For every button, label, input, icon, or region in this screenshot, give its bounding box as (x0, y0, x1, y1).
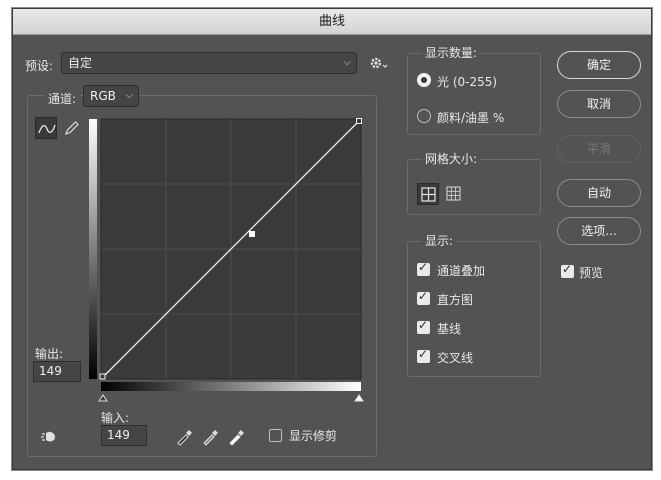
curve-point-black (99, 373, 106, 380)
channel-overlays-label: 通道叠加 (437, 264, 486, 278)
options-button[interactable]: 选项... (557, 217, 641, 245)
input-field[interactable]: 149 (101, 425, 147, 446)
curve-point-white (356, 118, 362, 124)
channel-overlays-checkbox[interactable] (417, 260, 430, 276)
curves-dialog: 曲线 预设: 自定 ⌵ 通道: RGB ⌵ 输出: 149 输入: 149 显示… (12, 8, 652, 470)
cancel-button[interactable]: 取消 (557, 90, 641, 118)
output-gradient-bar (89, 119, 97, 379)
intersection-line-checkbox[interactable] (417, 347, 430, 363)
channel-dropdown[interactable]: RGB ⌵ (83, 85, 139, 107)
output-field[interactable]: 149 (33, 361, 81, 382)
ok-button[interactable]: 确定 (557, 51, 641, 79)
dialog-title: 曲线 (13, 9, 651, 35)
light-radio[interactable] (417, 73, 431, 87)
channel-label: 通道: (45, 90, 80, 107)
show-title: 显示: (422, 234, 457, 248)
preview-label: 预览 (579, 266, 604, 280)
preset-label: 预设: (25, 59, 54, 73)
histogram-label: 直方图 (437, 293, 474, 307)
pigment-radio[interactable] (417, 109, 431, 123)
white-point-slider-icon (354, 394, 364, 402)
show-clipping-label: 显示修剪 (289, 429, 338, 443)
input-label: 输入: (101, 411, 130, 425)
gray-point-eyedropper-icon[interactable] (199, 425, 221, 447)
light-radio-label: 光 (0-255) (437, 75, 498, 89)
curve-point-selected (249, 231, 255, 237)
curve-graph[interactable] (89, 117, 369, 407)
smooth-button[interactable]: 平滑 (557, 135, 641, 163)
show-amount-title: 显示数量: (422, 46, 481, 60)
pigment-radio-label: 颜料/油墨 % (437, 111, 505, 125)
on-image-adjust-icon[interactable] (37, 425, 59, 447)
baseline-label: 基线 (437, 322, 462, 336)
pencil-icon[interactable] (61, 117, 83, 139)
output-label: 输出: (35, 347, 64, 361)
grid-size-title: 网格大小: (422, 152, 481, 166)
preset-dropdown[interactable]: 自定 ⌵ (61, 52, 357, 74)
black-point-slider-icon (98, 394, 108, 402)
preset-value: 自定 (68, 56, 93, 70)
auto-button[interactable]: 自动 (557, 179, 641, 207)
grid-simple-icon[interactable] (417, 183, 439, 205)
chevron-down-icon: ⌵ (343, 57, 351, 68)
channel-value: RGB (90, 89, 116, 103)
baseline-checkbox[interactable] (417, 318, 430, 334)
white-point-eyedropper-icon[interactable] (225, 425, 247, 447)
preview-checkbox[interactable] (561, 262, 574, 278)
gear-icon[interactable] (367, 52, 389, 74)
black-point-eyedropper-icon[interactable] (173, 425, 195, 447)
grid-detailed-icon[interactable] (443, 183, 465, 205)
intersection-line-label: 交叉线 (437, 351, 474, 365)
chevron-down-icon: ⌵ (125, 90, 133, 101)
input-gradient-bar (101, 382, 361, 391)
curve-point-icon[interactable] (35, 117, 57, 139)
histogram-checkbox[interactable] (417, 289, 430, 305)
show-clipping-checkbox[interactable] (269, 429, 282, 442)
